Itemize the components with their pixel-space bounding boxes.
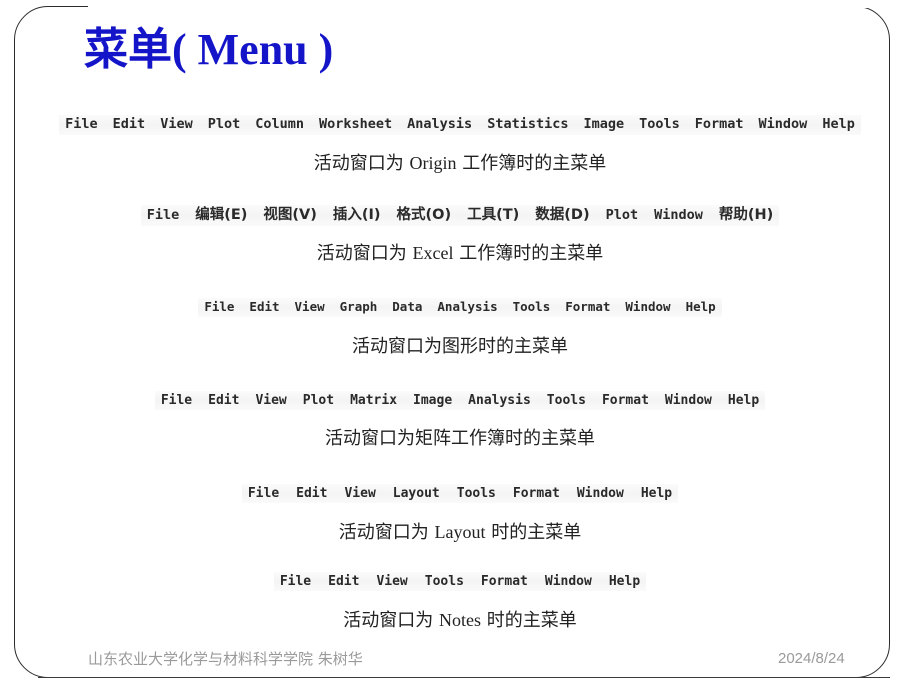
menu-bar-row: File Edit View Graph Data Analysis Tools Format… [0, 298, 920, 317]
menu-item[interactable]: Column [255, 117, 304, 132]
menu-caption-origin-workbook: 活动窗口为 Origin 工作簿时的主菜单 [313, 153, 607, 174]
menu-item[interactable]: Analysis [437, 300, 497, 314]
menu-item[interactable]: Format [695, 117, 744, 132]
page-title: 菜单( Menu ) [84, 24, 334, 75]
menu-item[interactable]: 编辑(E) [195, 208, 247, 223]
menu-item[interactable]: Image [583, 117, 624, 132]
menu-caption-matrix-workbook: 活动窗口为矩阵工作簿时的主菜单 [325, 428, 595, 449]
menu-item[interactable]: View [295, 300, 325, 314]
menu-item[interactable]: View [344, 487, 375, 500]
menu-caption-graph: 活动窗口为图形时的主菜单 [352, 336, 568, 357]
menu-item[interactable]: View [255, 394, 286, 407]
menu-bar-matrix-workbook: File Edit View Plot Matrix Image Analysis Tools… [154, 391, 766, 410]
menu-caption-row: 活动窗口为图形时的主菜单 [0, 336, 920, 358]
footer-divider [38, 677, 890, 678]
page-title-cjk: 菜单 [84, 24, 172, 75]
menu-item[interactable]: Window [545, 575, 592, 588]
menu-bar-graph: File Edit View Graph Data Analysis Tools Format… [198, 298, 722, 317]
menu-item[interactable]: 工具(T) [467, 208, 519, 223]
menu-item[interactable]: Tools [639, 117, 680, 132]
menu-item[interactable]: Matrix [350, 394, 397, 407]
menu-bar-excel-workbook: File 编辑(E) 视图(V) 插入(I) 格式(O) 工具(T) 数据(D) Plot Wi… [140, 205, 780, 226]
menu-item[interactable]: Analysis [468, 394, 531, 407]
menu-item[interactable]: File [161, 394, 192, 407]
menu-item[interactable]: 帮助(H) [719, 208, 773, 223]
menu-item[interactable]: Tools [513, 300, 551, 314]
menu-caption-row: 活动窗口为 Origin 工作簿时的主菜单 [0, 152, 920, 175]
menu-item[interactable]: 格式(O) [397, 208, 452, 223]
menu-item[interactable]: File [65, 117, 98, 132]
menu-item[interactable]: File [280, 575, 311, 588]
menu-item[interactable]: Plot [303, 394, 334, 407]
menu-item[interactable]: View [376, 575, 407, 588]
menu-item[interactable]: Edit [249, 300, 279, 314]
menu-bar-notes: File Edit View Tools Format Window Help [273, 572, 647, 591]
menu-caption-notes: 活动窗口为 Notes 时的主菜单 [343, 610, 577, 631]
menu-item[interactable]: File [204, 300, 234, 314]
page-title-latin: ( Menu ) [172, 25, 334, 74]
menu-item[interactable]: Help [728, 394, 759, 407]
menu-item[interactable]: Help [609, 575, 640, 588]
slide: 菜单( Menu ) File Edit View Plot Column Workshe… [0, 0, 920, 690]
menu-item[interactable]: Statistics [487, 117, 568, 132]
menu-item[interactable]: Edit [113, 117, 146, 132]
menu-item[interactable]: Edit [296, 487, 327, 500]
menu-item[interactable]: Window [759, 117, 808, 132]
menu-item[interactable]: Format [565, 300, 610, 314]
menu-item[interactable]: Window [665, 394, 712, 407]
footer-date: 2024/8/24 [778, 650, 845, 667]
menu-bar-row: File Edit View Tools Format Window Help [0, 572, 920, 591]
menu-item[interactable]: Plot [606, 208, 639, 223]
menu-item[interactable]: File [248, 487, 279, 500]
menu-item[interactable]: Tools [425, 575, 464, 588]
menu-item[interactable]: Plot [208, 117, 241, 132]
menu-item[interactable]: Layout [393, 487, 440, 500]
menu-caption-row: 活动窗口为矩阵工作簿时的主菜单 [0, 428, 920, 450]
menu-item[interactable]: 插入(I) [333, 208, 381, 223]
menu-caption-row: 活动窗口为 Layout 时的主菜单 [0, 521, 920, 544]
frame-top-mask [88, 0, 920, 8]
menu-item[interactable]: Help [641, 487, 672, 500]
menu-item[interactable]: Analysis [407, 117, 472, 132]
menu-item[interactable]: Graph [340, 300, 378, 314]
menu-item[interactable]: Format [481, 575, 528, 588]
menu-item[interactable]: Tools [457, 487, 496, 500]
menu-item[interactable]: Window [654, 208, 703, 223]
menu-item[interactable]: Edit [328, 575, 359, 588]
menu-caption-excel-workbook: 活动窗口为 Excel 工作簿时的主菜单 [316, 243, 604, 264]
menu-item[interactable]: Help [686, 300, 716, 314]
menu-item[interactable]: 数据(D) [535, 208, 589, 223]
menu-bar-row: File Edit View Plot Matrix Image Analysis Tools… [0, 391, 920, 410]
menu-item[interactable]: Window [625, 300, 670, 314]
menu-item[interactable]: View [160, 117, 193, 132]
menu-bar-row: File 编辑(E) 视图(V) 插入(I) 格式(O) 工具(T) 数据(D) Plot Wi… [0, 205, 920, 226]
menu-item[interactable]: Tools [547, 394, 586, 407]
footer-affiliation: 山东农业大学化学与材料科学学院 朱树华 [88, 650, 363, 668]
menu-bar-row: File Edit View Plot Column Worksheet Analysis S… [0, 115, 920, 135]
menu-item[interactable]: Edit [208, 394, 239, 407]
menu-caption-layout: 活动窗口为 Layout 时的主菜单 [338, 522, 582, 543]
menu-item[interactable]: Help [822, 117, 855, 132]
menu-item[interactable]: Format [513, 487, 560, 500]
menu-item[interactable]: Worksheet [319, 117, 392, 132]
menu-bar-origin-workbook: File Edit View Plot Column Worksheet Analysis S… [59, 115, 861, 135]
menu-bar-layout: File Edit View Layout Tools Format Window Help [241, 484, 679, 503]
scanned-menus-image: File Edit View Plot Column Worksheet Analysis S… [0, 106, 920, 641]
menu-caption-row: 活动窗口为 Excel 工作簿时的主菜单 [0, 242, 920, 265]
menu-item[interactable]: Format [602, 394, 649, 407]
menu-item[interactable]: Data [392, 300, 422, 314]
menu-caption-row: 活动窗口为 Notes 时的主菜单 [0, 609, 920, 632]
menu-item[interactable]: Image [413, 394, 452, 407]
menu-bar-row: File Edit View Layout Tools Format Window Help [0, 484, 920, 503]
menu-item[interactable]: Window [577, 487, 624, 500]
menu-item[interactable]: 视图(V) [263, 208, 316, 223]
menu-item[interactable]: File [147, 208, 180, 223]
